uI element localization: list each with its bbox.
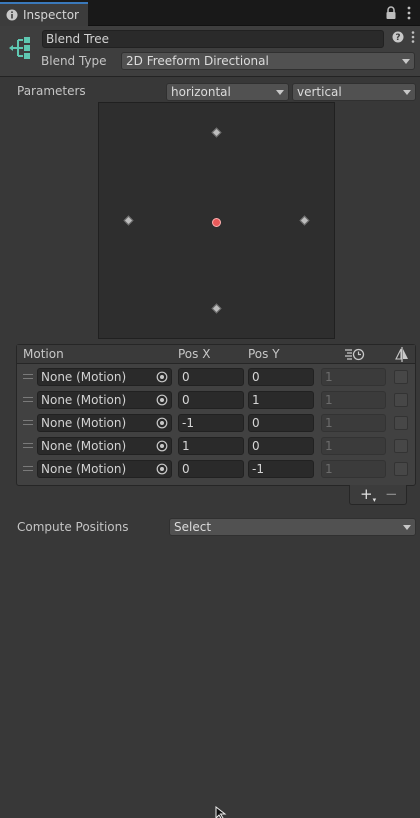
mirror-checkbox[interactable]	[394, 370, 408, 384]
motion-value: None (Motion)	[41, 462, 127, 476]
list-footer: +▾ −	[349, 485, 407, 505]
speed-field: 1	[321, 368, 386, 386]
compute-positions-label: Compute Positions	[17, 520, 129, 534]
help-icon[interactable]: ?	[392, 31, 404, 43]
pos-y-field[interactable]: 1	[248, 391, 314, 409]
drag-handle-icon[interactable]	[23, 397, 33, 402]
parameters-label: Parameters	[17, 84, 86, 98]
object-picker-icon[interactable]	[156, 417, 168, 429]
lock-icon[interactable]	[385, 6, 397, 20]
chevron-down-icon	[403, 525, 411, 530]
drag-handle-icon[interactable]	[23, 420, 33, 425]
param-y-value: vertical	[297, 85, 342, 99]
speed-field: 1	[321, 460, 386, 478]
motion-field[interactable]: None (Motion)	[37, 391, 172, 409]
table-row: None (Motion) 1 0 1	[17, 435, 415, 458]
motion-value: None (Motion)	[41, 393, 127, 407]
drag-handle-icon[interactable]	[23, 443, 33, 448]
pos-x-field[interactable]: 1	[178, 437, 244, 455]
blend-point-left[interactable]	[123, 215, 134, 226]
add-motion-button[interactable]: +▾	[360, 485, 376, 506]
blend-type-value: 2D Freeform Directional	[126, 54, 269, 68]
object-picker-icon[interactable]	[156, 371, 168, 383]
chevron-down-icon	[402, 59, 410, 64]
pos-y-field[interactable]: 0	[248, 368, 314, 386]
motion-field[interactable]: None (Motion)	[37, 368, 172, 386]
drag-handle-icon[interactable]	[23, 466, 33, 471]
motion-list-header: Motion Pos X Pos Y	[17, 345, 415, 364]
mirror-checkbox[interactable]	[394, 439, 408, 453]
motion-value: None (Motion)	[41, 370, 127, 384]
blend-space-plot[interactable]	[98, 102, 335, 339]
motion-header: Motion	[23, 347, 64, 361]
pos-y-header: Pos Y	[248, 347, 280, 361]
pos-y-field[interactable]: 0	[248, 437, 314, 455]
object-picker-icon[interactable]	[156, 440, 168, 452]
param-y-dropdown[interactable]: vertical	[292, 83, 416, 101]
mirror-icon	[395, 347, 408, 362]
pos-x-field[interactable]: 0	[178, 368, 244, 386]
object-picker-icon[interactable]	[156, 394, 168, 406]
drag-handle-icon[interactable]	[23, 374, 33, 379]
param-x-value: horizontal	[171, 85, 231, 99]
chevron-down-icon	[276, 90, 284, 95]
table-row: None (Motion) 0 1 1	[17, 389, 415, 412]
object-picker-icon[interactable]	[156, 463, 168, 475]
pos-y-field[interactable]: -1	[248, 460, 314, 478]
compute-positions-value: Select	[174, 520, 212, 534]
motion-field[interactable]: None (Motion)	[37, 414, 172, 432]
mirror-checkbox[interactable]	[394, 462, 408, 476]
pos-y-field[interactable]: 0	[248, 414, 314, 432]
compute-positions-dropdown[interactable]: Select	[169, 518, 416, 536]
chevron-down-icon	[403, 90, 411, 95]
tab-inspector[interactable]: Inspector	[0, 2, 88, 26]
mirror-checkbox[interactable]	[394, 416, 408, 430]
header-more-icon[interactable]	[410, 30, 416, 44]
motion-value: None (Motion)	[41, 416, 127, 430]
param-x-dropdown[interactable]: horizontal	[166, 83, 289, 101]
mouse-cursor-icon	[215, 806, 227, 818]
current-blend-position[interactable]	[212, 218, 221, 227]
blend-point-up[interactable]	[211, 127, 222, 138]
speed-field: 1	[321, 414, 386, 432]
motion-field[interactable]: None (Motion)	[37, 460, 172, 478]
info-icon	[6, 9, 18, 21]
table-row: None (Motion) 0 -1 1	[17, 458, 415, 481]
blend-tree-icon	[9, 37, 30, 59]
motion-list: Motion Pos X Pos Y None (Motion) 0 0 1 N…	[16, 344, 416, 486]
speed-clock-icon	[345, 348, 365, 361]
pos-x-field[interactable]: 0	[178, 391, 244, 409]
blend-type-label: Blend Type	[41, 54, 107, 68]
speed-field: 1	[321, 391, 386, 409]
pos-x-field[interactable]: -1	[178, 414, 244, 432]
blend-point-down[interactable]	[211, 303, 222, 314]
mirror-checkbox[interactable]	[394, 393, 408, 407]
remove-motion-button[interactable]: −	[385, 485, 398, 503]
blend-tree-name-field[interactable]: Blend Tree	[42, 30, 384, 48]
pos-x-field[interactable]: 0	[178, 460, 244, 478]
blend-type-dropdown[interactable]: 2D Freeform Directional	[121, 52, 415, 70]
table-row: None (Motion) -1 0 1	[17, 412, 415, 435]
tab-bar: Inspector	[0, 0, 420, 26]
motion-value: None (Motion)	[41, 439, 127, 453]
more-icon[interactable]	[404, 5, 414, 21]
motion-field[interactable]: None (Motion)	[37, 437, 172, 455]
svg-text:?: ?	[395, 33, 400, 43]
add-label: +	[360, 485, 373, 503]
pos-x-header: Pos X	[178, 347, 211, 361]
blend-point-right[interactable]	[299, 215, 310, 226]
tab-label: Inspector	[23, 8, 79, 22]
table-row: None (Motion) 0 0 1	[17, 366, 415, 389]
inspector-header: Blend Tree ? Blend Type 2D Freeform Dire…	[0, 26, 420, 77]
speed-field: 1	[321, 437, 386, 455]
